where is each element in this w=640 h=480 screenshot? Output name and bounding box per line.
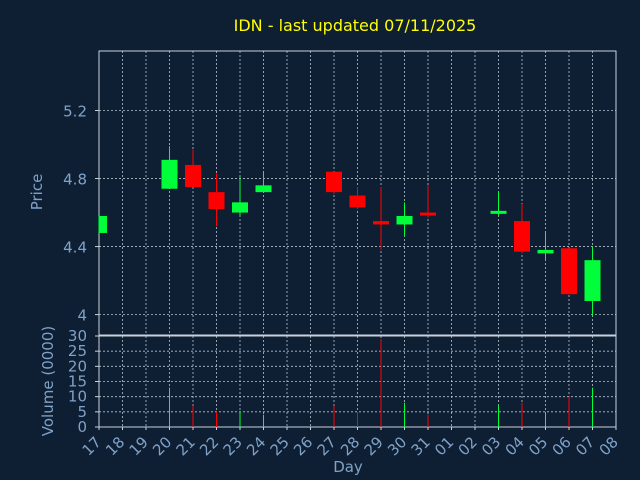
candle-body <box>161 159 178 189</box>
x-tick-label: 26 <box>290 433 316 459</box>
candle-body <box>349 195 366 208</box>
candle-body <box>420 212 436 216</box>
x-tick-label: 23 <box>220 433 246 459</box>
candle-body <box>514 221 530 252</box>
candle-body <box>561 248 577 295</box>
x-axis: 1718192021222324252627282930310102030405… <box>79 427 622 459</box>
x-tick-label: 05 <box>525 433 551 459</box>
x-tick-label: 02 <box>455 433 481 459</box>
candle-body <box>537 249 554 254</box>
price-tick-label: 4 <box>77 307 87 325</box>
volume-tick-label: 30 <box>68 327 87 345</box>
x-tick-label: 28 <box>337 433 363 459</box>
x-tick-label: 20 <box>149 433 175 459</box>
candle-body <box>255 185 272 193</box>
x-tick-label: 04 <box>502 433 528 459</box>
x-tick-label: 19 <box>126 433 152 459</box>
x-tick-label: 18 <box>102 433 128 459</box>
chart-title: IDN - last updated 07/11/2025 <box>234 16 477 35</box>
chart-figure: IDN - last updated 07/11/2025 4 4.4 4.8 5.2… <box>0 0 640 480</box>
x-tick-label: 22 <box>196 433 222 459</box>
x-tick-label: 07 <box>572 433 598 459</box>
volume-axis-label: Volume (0000) <box>39 326 57 436</box>
x-tick-label: 03 <box>478 433 504 459</box>
candle-body <box>208 192 225 210</box>
candle-body <box>185 164 201 188</box>
x-axis-label: Day <box>333 458 363 476</box>
x-tick-label: 01 <box>431 433 457 459</box>
x-tick-label: 17 <box>79 433 105 459</box>
x-tick-label: 21 <box>173 433 199 459</box>
x-tick-label: 08 <box>596 433 622 459</box>
price-tick-label: 4.8 <box>63 171 87 189</box>
x-tick-label: 30 <box>384 433 410 459</box>
x-tick-label: 31 <box>408 433 434 459</box>
x-tick-label: 06 <box>549 433 575 459</box>
candle-body <box>326 171 342 193</box>
price-tick-label: 5.2 <box>63 103 87 121</box>
x-tick-label: 25 <box>267 433 293 459</box>
candle-body <box>396 215 413 225</box>
candle-body <box>584 260 601 301</box>
candle-body <box>99 215 107 233</box>
price-panel: 4 4.4 4.8 5.2 <box>63 50 617 336</box>
x-tick-label: 27 <box>314 433 340 459</box>
volume-panel: 051015202530 <box>68 327 617 436</box>
candle-body <box>232 202 248 213</box>
x-tick-label: 29 <box>361 433 387 459</box>
x-tick-label: 24 <box>243 433 269 459</box>
price-tick-label: 4.4 <box>63 239 87 257</box>
price-axis-label: Price <box>28 174 46 211</box>
candle-body <box>490 210 507 214</box>
candle-body <box>373 221 389 225</box>
candlestick-chart: IDN - last updated 07/11/2025 4 4.4 4.8 5.2… <box>28 16 622 476</box>
